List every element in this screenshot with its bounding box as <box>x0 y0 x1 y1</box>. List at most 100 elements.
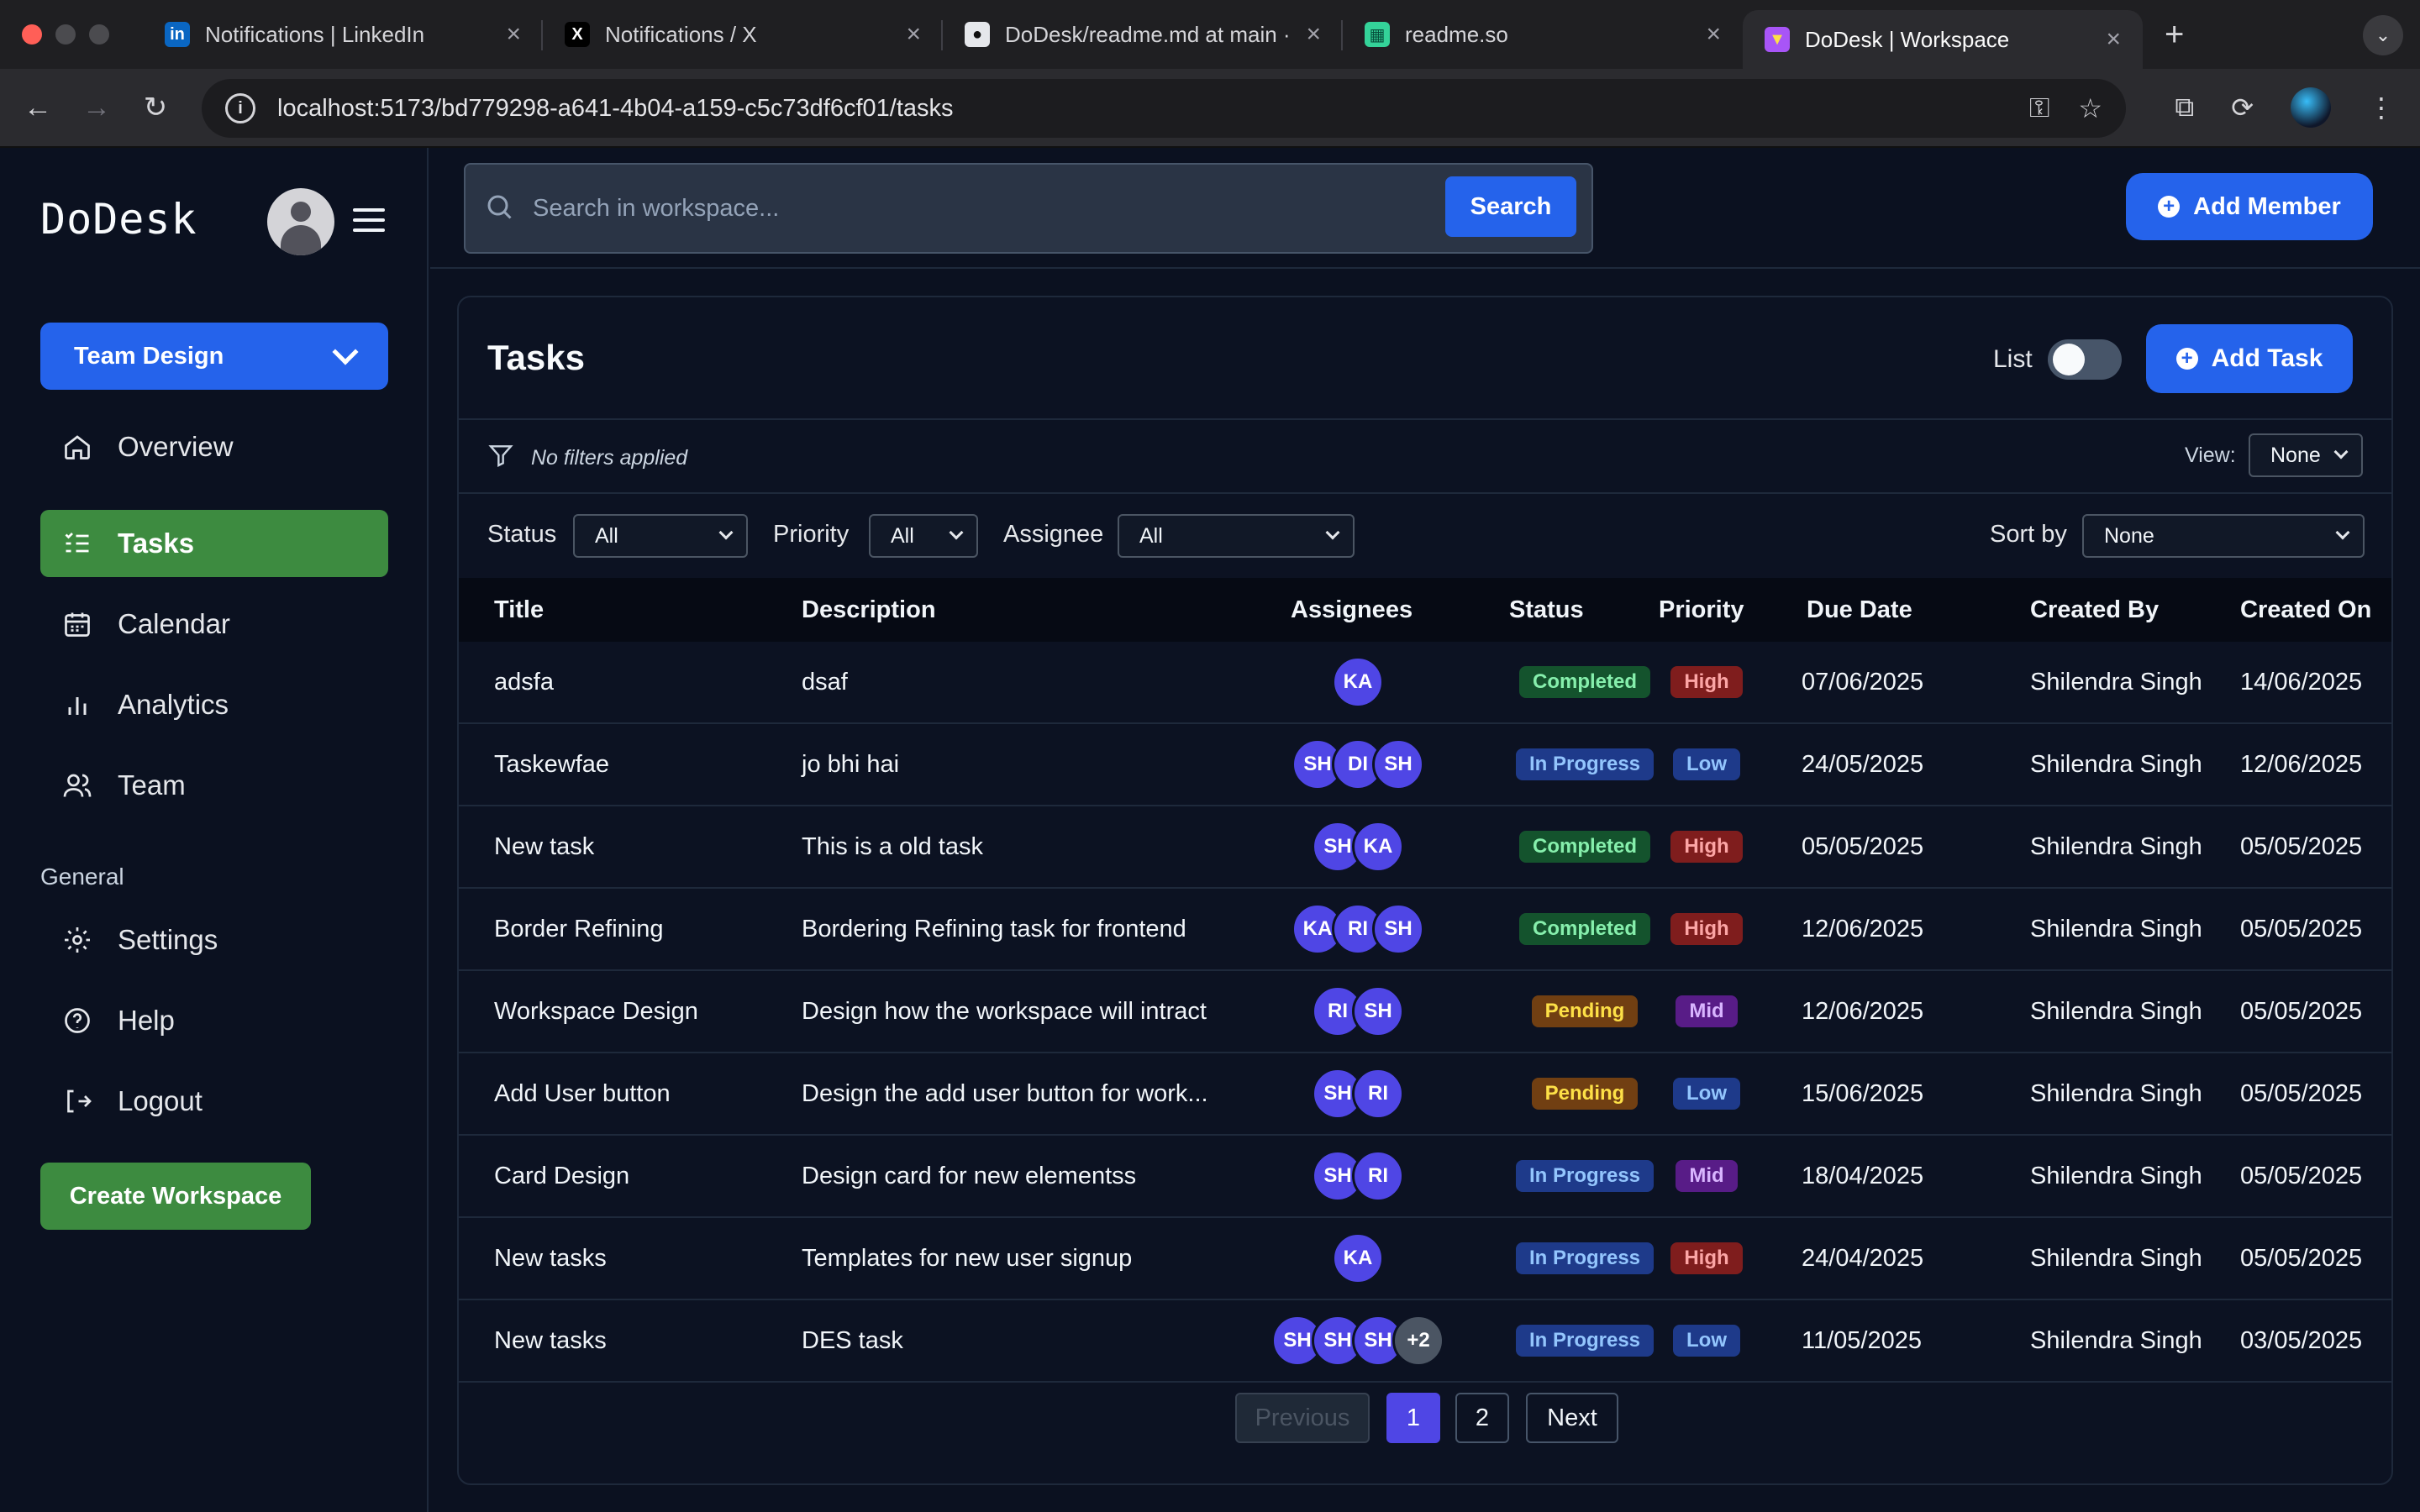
priority-filter-select[interactable]: All <box>869 514 978 558</box>
close-window-button[interactable] <box>22 24 42 45</box>
table-row[interactable]: Workspace Design Design how the workspace… <box>459 971 2391 1053</box>
filter-status: No filters applied <box>487 442 687 475</box>
close-tab-icon[interactable]: × <box>1706 20 1721 49</box>
browser-tab[interactable]: ● DoDesk/readme.md at main · × <box>943 0 1343 69</box>
tab-search-button[interactable]: ⌄ <box>2363 15 2403 55</box>
list-view-toggle[interactable]: List <box>1993 339 2122 380</box>
task-description: Design how the workspace will intract <box>802 997 1207 1025</box>
assignee-avatar[interactable]: SH <box>1352 985 1404 1037</box>
users-icon <box>60 769 94 802</box>
create-workspace-button[interactable]: Create Workspace <box>40 1163 311 1230</box>
view-select-value: None <box>2270 443 2321 467</box>
table-row[interactable]: New tasks DES task SH SH SH +2 In Progress Low 1… <box>459 1300 2391 1383</box>
previous-page-button[interactable]: Previous <box>1235 1393 1370 1443</box>
assignee-avatar[interactable]: +2 <box>1392 1315 1444 1367</box>
close-tab-icon[interactable]: × <box>2106 25 2121 54</box>
sidebar: DoDesk Team Design Overview Tasks Calend… <box>0 148 429 1512</box>
search-input[interactable]: Search in workspace... <box>533 195 779 223</box>
column-header-description[interactable]: Description <box>802 578 936 642</box>
close-tab-icon[interactable]: × <box>506 20 521 49</box>
column-header-title[interactable]: Title <box>494 578 544 642</box>
column-header-created-on[interactable]: Created On <box>2240 578 2371 642</box>
assignee-avatar-group: KA <box>1332 1232 1384 1284</box>
table-row[interactable]: Card Design Design card for new elementss… <box>459 1136 2391 1218</box>
task-priority-cell: Mid <box>1635 1136 1778 1216</box>
extensions-icon[interactable]: ⧉ <box>2175 92 2194 123</box>
sidebar-item-team[interactable]: Team <box>40 752 388 819</box>
browser-menu-icon[interactable]: ⋮ <box>2368 92 2395 123</box>
assignee-avatar[interactable]: KA <box>1332 656 1384 708</box>
home-icon <box>60 430 94 464</box>
new-tab-button[interactable]: + <box>2165 16 2184 54</box>
sidebar-item-label: Logout <box>118 1085 203 1116</box>
column-header-priority[interactable]: Priority <box>1659 578 1744 642</box>
sidebar-item-logout[interactable]: Logout <box>40 1068 388 1135</box>
sidebar-item-help[interactable]: Help <box>40 987 388 1054</box>
table-row[interactable]: Add User button Design the add user butto… <box>459 1053 2391 1136</box>
table-row[interactable]: Border Refining Bordering Refining task f… <box>459 889 2391 971</box>
task-priority-cell: High <box>1635 642 1778 722</box>
table-row[interactable]: New tasks Templates for new user signup KA… <box>459 1218 2391 1300</box>
calendar-icon <box>60 607 94 641</box>
status-filter-select[interactable]: All <box>573 514 748 558</box>
browser-tab[interactable]: in Notifications | LinkedIn × <box>143 0 543 69</box>
maximize-window-button[interactable] <box>89 24 109 45</box>
assignee-avatar-group: SH DI SH <box>1292 738 1424 790</box>
sidebar-item-settings[interactable]: Settings <box>40 906 388 974</box>
assignee-avatar[interactable]: RI <box>1352 1068 1404 1120</box>
assignee-avatar[interactable]: SH <box>1372 738 1424 790</box>
column-header-created-by[interactable]: Created By <box>2030 578 2159 642</box>
column-header-due-date[interactable]: Due Date <box>1807 578 1912 642</box>
team-selector[interactable]: Team Design <box>40 323 388 390</box>
add-member-button[interactable]: + Add Member <box>2126 173 2373 240</box>
add-task-button[interactable]: + Add Task <box>2146 324 2353 393</box>
page-2-button[interactable]: 2 <box>1455 1393 1509 1443</box>
address-bar[interactable]: i localhost:5173/bd779298-a641-4b04-a159… <box>202 79 2126 138</box>
user-avatar[interactable] <box>267 188 334 255</box>
assignee-avatar[interactable]: KA <box>1352 821 1404 873</box>
password-key-icon[interactable]: ⚿ <box>2029 92 2049 124</box>
task-description: This is a old task <box>802 832 983 860</box>
browser-tabs: in Notifications | LinkedIn × X Notification… <box>143 0 2143 69</box>
table-row[interactable]: Taskewfae jo bhi hai SH DI SH In Progress Low 2… <box>459 724 2391 806</box>
task-created-by: Shilendra Singh <box>2030 1326 2202 1354</box>
forward-button[interactable]: → <box>67 92 126 124</box>
site-info-icon[interactable]: i <box>225 93 255 123</box>
minimize-window-button[interactable] <box>55 24 76 45</box>
table-row[interactable]: New task This is a old task SH KA Completed H… <box>459 806 2391 889</box>
browser-tab[interactable]: ▦ readme.so × <box>1343 0 1743 69</box>
column-header-status[interactable]: Status <box>1509 578 1584 642</box>
assignee-avatar[interactable]: RI <box>1352 1150 1404 1202</box>
toggle-switch[interactable] <box>2047 339 2122 380</box>
browser-tab-title: DoDesk | Workspace <box>1805 26 2010 52</box>
browser-tab[interactable]: ▼ DoDesk | Workspace × <box>1743 10 2143 69</box>
browser-tab[interactable]: X Notifications / X × <box>543 0 943 69</box>
assignee-avatar[interactable]: SH <box>1372 903 1424 955</box>
hamburger-menu-icon[interactable] <box>353 208 385 239</box>
sidebar-item-calendar[interactable]: Calendar <box>40 591 388 658</box>
close-tab-icon[interactable]: × <box>906 20 921 49</box>
assignee-filter-select[interactable]: All <box>1118 514 1355 558</box>
sort-by-select[interactable]: None <box>2082 514 2365 558</box>
performance-icon[interactable]: ⟳ <box>2231 92 2254 123</box>
task-title: Workspace Design <box>494 997 698 1025</box>
assignee-avatar[interactable]: KA <box>1332 1232 1384 1284</box>
view-select[interactable]: None <box>2249 433 2363 477</box>
column-header-assignees[interactable]: Assignees <box>1291 578 1413 642</box>
sidebar-item-tasks[interactable]: Tasks <box>40 510 388 577</box>
profile-avatar[interactable] <box>2291 87 2331 128</box>
page-1-button[interactable]: 1 <box>1386 1393 1440 1443</box>
back-button[interactable]: ← <box>8 92 67 124</box>
search-button[interactable]: Search <box>1445 176 1576 237</box>
next-page-button[interactable]: Next <box>1526 1393 1618 1443</box>
task-title: Card Design <box>494 1162 630 1189</box>
sidebar-item-analytics[interactable]: Analytics <box>40 671 388 738</box>
sidebar-item-overview[interactable]: Overview <box>40 413 388 480</box>
task-priority-cell: Mid <box>1635 971 1778 1052</box>
close-tab-icon[interactable]: × <box>1306 20 1321 49</box>
table-row[interactable]: adsfa dsaf KA Completed High 07/06/2025 Shilen… <box>459 642 2391 724</box>
task-assignees: KA <box>1249 642 1467 722</box>
status-badge: In Progress <box>1515 1325 1655 1357</box>
reload-button[interactable]: ↻ <box>126 91 185 124</box>
bookmark-star-icon[interactable]: ☆ <box>2078 92 2102 124</box>
